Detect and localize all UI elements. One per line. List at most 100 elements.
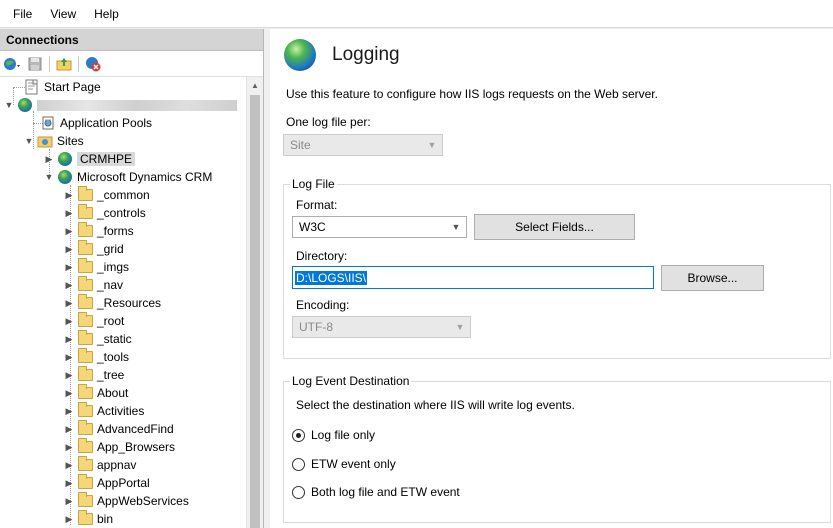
folder-label: _tree — [97, 368, 125, 382]
folder-label: App_Browsers — [97, 440, 176, 454]
tree-folder[interactable]: ▶ _root — [64, 312, 124, 330]
tree-folder[interactable]: ▶ _tools — [64, 348, 129, 366]
connections-toolbar — [0, 51, 263, 77]
chevron-down-icon[interactable]: ▼ — [44, 172, 54, 182]
chevron-right-icon[interactable]: ▶ — [64, 496, 74, 506]
site-globe-icon — [57, 169, 73, 185]
chevron-right-icon[interactable]: ▶ — [64, 514, 74, 524]
tree-folder[interactable]: ▶ AppPortal — [64, 474, 150, 492]
tree-folder[interactable]: ▶ _tree — [64, 366, 124, 384]
tree-label: Application Pools — [60, 116, 153, 130]
destination-description: Select the destination where IIS will wr… — [296, 398, 575, 412]
tree-folder[interactable]: ▶ _static — [64, 330, 132, 348]
page-header: Logging — [284, 39, 400, 71]
directory-value: D:\LOGS\IIS\ — [295, 270, 368, 285]
folder-label: AppWebServices — [97, 494, 189, 508]
chevron-right-icon[interactable]: ▶ — [44, 154, 54, 164]
page-description: Use this feature to configure how IIS lo… — [286, 87, 658, 101]
select-fields-button[interactable]: Select Fields... — [474, 214, 635, 240]
scroll-up-arrow-icon[interactable]: ▲ — [247, 77, 263, 94]
save-icon[interactable] — [24, 54, 46, 74]
chevron-right-icon[interactable]: ▶ — [64, 226, 74, 236]
tree-folder[interactable]: ▶ _grid — [64, 240, 124, 258]
tree-label: Microsoft Dynamics CRM — [77, 170, 213, 184]
tree-label: Start Page — [44, 80, 101, 94]
up-folder-icon[interactable] — [53, 54, 75, 74]
tree-folder[interactable]: ▶ App_Browsers — [64, 438, 175, 456]
folder-label: _common — [97, 188, 150, 202]
chevron-right-icon[interactable]: ▶ — [64, 352, 74, 362]
chevron-right-icon[interactable]: ▶ — [64, 190, 74, 200]
radio-button-checked[interactable] — [292, 428, 305, 442]
directory-input[interactable]: D:\LOGS\IIS\ — [292, 266, 654, 289]
chevron-down-icon[interactable]: ▼ — [24, 136, 34, 146]
chevron-right-icon[interactable]: ▶ — [64, 262, 74, 272]
tree-folder[interactable]: ▶ _forms — [64, 222, 134, 240]
tree-folder[interactable]: ▶ bin — [64, 510, 113, 528]
chevron-right-icon[interactable]: ▶ — [64, 388, 74, 398]
chevron-right-icon[interactable]: ▶ — [64, 334, 74, 344]
radio-etw-event-only[interactable]: ETW event only — [292, 457, 396, 471]
folder-icon — [77, 294, 93, 311]
tree-scrollbar[interactable]: ▲ — [246, 77, 263, 528]
chevron-right-icon[interactable]: ▶ — [64, 460, 74, 470]
tree-folder[interactable]: ▶ appnav — [64, 456, 136, 474]
chevron-right-icon[interactable]: ▶ — [64, 208, 74, 218]
tree-folder[interactable]: ▶ Activities — [64, 402, 144, 420]
folder-icon — [77, 402, 93, 419]
menu-view[interactable]: View — [41, 4, 85, 24]
folder-label: _static — [97, 332, 132, 346]
chevron-right-icon[interactable]: ▶ — [64, 478, 74, 488]
folder-icon — [77, 438, 93, 455]
chevron-right-icon[interactable]: ▶ — [64, 316, 74, 326]
tree-site-dynamics[interactable]: ▼ Microsoft Dynamics CRM — [44, 168, 212, 186]
tree-folder[interactable]: ▶ _nav — [64, 276, 123, 294]
connect-globe-icon[interactable] — [2, 54, 24, 74]
connections-tree: Start Page ▼ Application Pools ▼ Sites ▶… — [0, 77, 246, 528]
chevron-down-icon[interactable]: ▼ — [4, 100, 14, 110]
chevron-right-icon[interactable]: ▶ — [64, 298, 74, 308]
tree-site-crmhpe[interactable]: ▶ CRMHPE — [44, 150, 136, 168]
encoding-label: Encoding: — [296, 298, 350, 312]
radio-button[interactable] — [292, 485, 305, 499]
chevron-down-icon: ▼ — [427, 140, 437, 150]
tree-server-node[interactable]: ▼ — [4, 96, 237, 114]
tree-folder[interactable]: ▶ _Resources — [64, 294, 161, 312]
tree-start-page[interactable]: Start Page — [24, 78, 101, 96]
chevron-right-icon[interactable]: ▶ — [64, 280, 74, 290]
folder-label: appnav — [97, 458, 137, 472]
browse-button[interactable]: Browse... — [661, 265, 764, 291]
tree-sites[interactable]: ▼ Sites — [24, 132, 84, 150]
radio-both[interactable]: Both log file and ETW event — [292, 485, 460, 499]
format-select[interactable]: W3C ▼ — [292, 216, 467, 238]
chevron-right-icon[interactable]: ▶ — [64, 370, 74, 380]
chevron-right-icon[interactable]: ▶ — [64, 244, 74, 254]
group-label: Log Event Destination — [290, 374, 412, 388]
logging-pane: Logging Use this feature to configure ho… — [270, 29, 833, 528]
chevron-right-icon[interactable]: ▶ — [64, 442, 74, 452]
tree-folder[interactable]: ▶ _imgs — [64, 258, 129, 276]
folder-icon — [77, 474, 93, 491]
radio-log-file-only[interactable]: Log file only — [292, 428, 375, 442]
chevron-right-icon[interactable]: ▶ — [64, 424, 74, 434]
chevron-down-icon: ▼ — [455, 322, 465, 332]
disconnect-icon[interactable] — [82, 54, 104, 74]
toolbar-separator — [49, 55, 50, 72]
tree-folder[interactable]: ▶ AdvancedFind — [64, 420, 174, 438]
tree-folder[interactable]: ▶ AppWebServices — [64, 492, 189, 510]
radio-button[interactable] — [292, 457, 305, 471]
scroll-thumb[interactable] — [250, 95, 260, 528]
tree-application-pools[interactable]: Application Pools — [40, 114, 152, 132]
tree-folder[interactable]: ▶ About — [64, 384, 128, 402]
tree-folder[interactable]: ▶ _common — [64, 186, 150, 204]
server-name-redacted — [37, 99, 237, 111]
folder-label: _imgs — [97, 260, 130, 274]
chevron-right-icon[interactable]: ▶ — [64, 406, 74, 416]
menu-file[interactable]: File — [4, 4, 41, 24]
folder-label: _controls — [97, 206, 146, 220]
folder-icon — [77, 186, 93, 203]
select-value: UTF-8 — [299, 320, 333, 334]
tree-folder[interactable]: ▶ _controls — [64, 204, 146, 222]
folder-icon — [77, 510, 93, 527]
menu-help[interactable]: Help — [85, 4, 128, 24]
